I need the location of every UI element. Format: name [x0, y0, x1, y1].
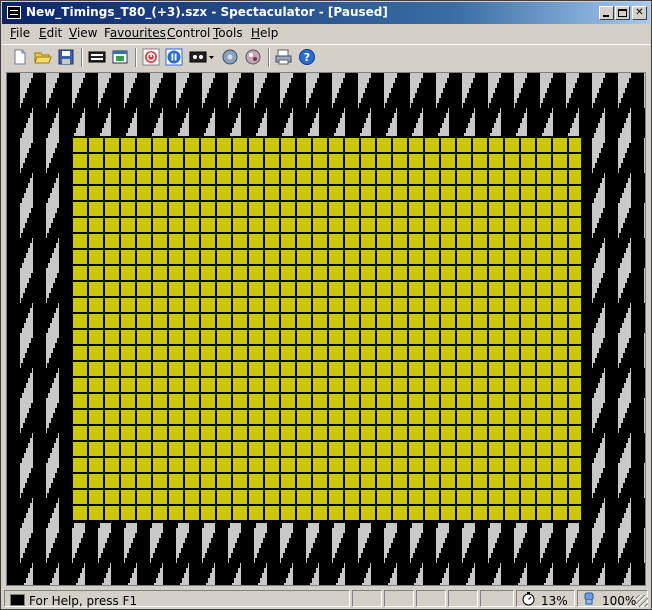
status-pane: [416, 590, 446, 607]
volume-value: 100%: [602, 594, 637, 608]
status-pane: [480, 590, 514, 607]
menu-file[interactable]: File: [10, 26, 30, 40]
new-file-icon[interactable]: [11, 48, 29, 66]
speed-value: 13%: [541, 594, 568, 608]
app-icon[interactable]: [7, 6, 21, 19]
status-pane: [448, 590, 478, 607]
volume-icon: [584, 592, 594, 605]
help-icon[interactable]: ?: [298, 48, 316, 66]
menu-control[interactable]: Control: [167, 26, 210, 40]
resize-grip[interactable]: [636, 595, 648, 607]
paper-area: [71, 136, 583, 523]
disk-icon[interactable]: [221, 48, 239, 66]
keyboard-icon[interactable]: [88, 48, 106, 66]
window-title: New_Timings_T80_(+3).szx - Spectaculator…: [26, 5, 388, 19]
window-icon[interactable]: [111, 48, 129, 66]
save-icon[interactable]: [57, 48, 75, 66]
stopwatch-icon: [522, 592, 535, 606]
pause-icon[interactable]: [165, 48, 183, 66]
status-help-text: For Help, press F1: [29, 594, 138, 608]
dial-icon[interactable]: [244, 48, 262, 66]
toolbar-separator: [81, 48, 83, 67]
status-pane: [384, 590, 414, 607]
status-help-pane: For Help, press F1: [4, 590, 350, 608]
toolbar: ?: [2, 44, 650, 70]
maximize-icon: [618, 9, 627, 17]
maximize-button[interactable]: [615, 6, 630, 20]
speed-pane[interactable]: 13%: [516, 590, 575, 608]
tape-icon[interactable]: [189, 48, 215, 66]
minimize-icon: [603, 15, 609, 17]
emulator-display[interactable]: [6, 72, 646, 586]
menu-favourites[interactable]: Favourites: [104, 26, 166, 40]
app-window: New_Timings_T80_(+3).szx - Spectaculator…: [0, 0, 652, 610]
status-bar: For Help, press F1 13% 100%: [2, 588, 650, 609]
status-pane: [352, 590, 382, 607]
open-folder-icon[interactable]: [34, 48, 52, 66]
toolbar-separator: [135, 48, 137, 67]
menu-bar: File Edit View Favourites Control Tools …: [2, 24, 650, 43]
menu-edit[interactable]: Edit: [39, 26, 62, 40]
keyboard-status-icon: [10, 594, 25, 606]
toolbar-separator: [268, 48, 270, 67]
menu-help[interactable]: Help: [251, 26, 278, 40]
minimize-button[interactable]: [599, 6, 614, 20]
title-bar[interactable]: New_Timings_T80_(+3).szx - Spectaculator…: [2, 2, 650, 24]
svg-text:?: ?: [304, 51, 310, 64]
menu-tools[interactable]: Tools: [213, 26, 243, 40]
close-icon: ✕: [635, 7, 644, 18]
power-reset-icon[interactable]: [142, 48, 160, 66]
menu-view[interactable]: View: [69, 26, 97, 40]
printer-icon[interactable]: [275, 48, 293, 66]
close-button[interactable]: ✕: [632, 6, 647, 20]
